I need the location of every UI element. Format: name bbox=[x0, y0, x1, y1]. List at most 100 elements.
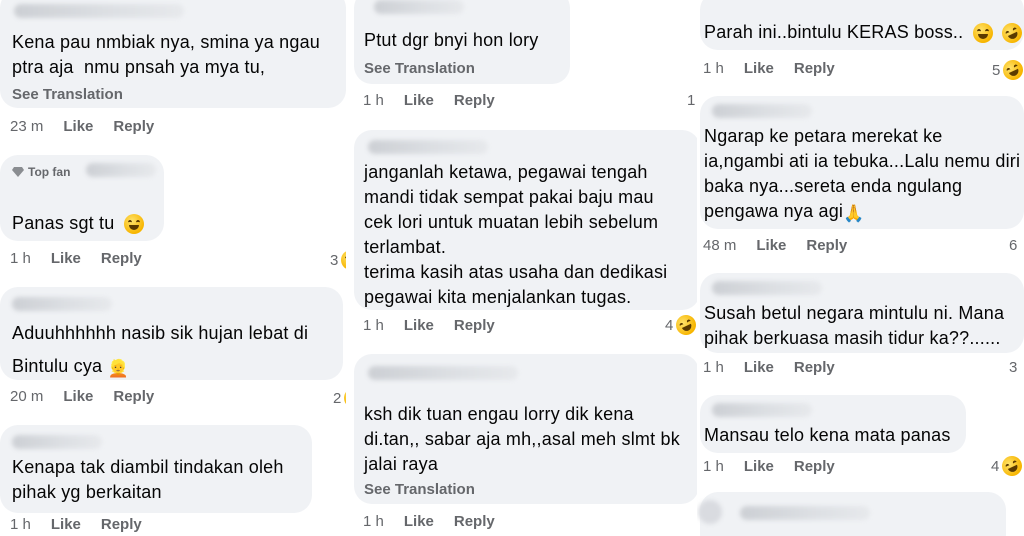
like-button[interactable]: Like bbox=[404, 513, 434, 530]
comment-text: Panas sgt tu bbox=[12, 211, 144, 236]
comment-time[interactable]: 20 m bbox=[10, 388, 43, 405]
laughing-face-icon bbox=[123, 214, 144, 235]
reaction-count: 3 bbox=[330, 251, 339, 269]
reaction-count: 4 bbox=[665, 316, 674, 334]
comment-time[interactable]: 1 h bbox=[703, 458, 724, 475]
blurred-author-name[interactable] bbox=[712, 104, 812, 118]
comment-actions: 1 h Like Reply bbox=[363, 92, 495, 109]
see-translation-link[interactable]: See Translation bbox=[364, 481, 475, 498]
like-button[interactable]: Like bbox=[744, 458, 774, 475]
comment-bubble: ksh dik tuan engau lorry dik kena di.tan… bbox=[354, 354, 699, 504]
blurred-author-name[interactable] bbox=[86, 163, 156, 177]
see-translation-link[interactable]: See Translation bbox=[12, 86, 123, 103]
comment-actions: 20 m Like Reply bbox=[10, 388, 154, 405]
blurred-author-name[interactable] bbox=[712, 281, 822, 295]
see-translation-link[interactable]: See Translation bbox=[364, 60, 475, 77]
comment-bubble: Aduuhhhhhh nasib sik hujan lebat di Bint… bbox=[0, 287, 343, 380]
comment-time[interactable]: 1 h bbox=[363, 513, 384, 530]
reply-button[interactable]: Reply bbox=[794, 458, 835, 475]
like-button[interactable]: Like bbox=[51, 516, 81, 533]
reaction-summary[interactable]: 5 bbox=[992, 56, 1024, 84]
reaction-summary[interactable]: 4 bbox=[991, 452, 1024, 480]
reaction-count: 5 bbox=[992, 61, 1001, 79]
reply-button[interactable]: Reply bbox=[113, 118, 154, 135]
comment-actions: 1 h Like Reply bbox=[703, 60, 835, 77]
blurred-author-name[interactable] bbox=[712, 403, 812, 417]
comment-time[interactable]: 1 h bbox=[703, 359, 724, 376]
reply-button[interactable]: Reply bbox=[794, 359, 835, 376]
blurred-author-name[interactable] bbox=[374, 0, 464, 14]
diamond-icon bbox=[12, 167, 24, 177]
like-button[interactable]: Like bbox=[63, 388, 93, 405]
reaction-summary[interactable]: 1 bbox=[687, 92, 695, 109]
reaction-summary[interactable]: 2 bbox=[333, 388, 346, 408]
like-button[interactable]: Like bbox=[63, 118, 93, 135]
comment-time[interactable]: 1 h bbox=[10, 516, 31, 533]
reply-button[interactable]: Reply bbox=[454, 92, 495, 109]
reaction-count: 2 bbox=[333, 389, 342, 407]
grinning-face-icon bbox=[972, 23, 993, 44]
comment-text: Susah betul negara mintulu ni. Mana piha… bbox=[704, 303, 1005, 348]
comment-bubble: Kena pau nmbiak nya, smina ya ngau ptra … bbox=[0, 0, 346, 108]
reply-button[interactable]: Reply bbox=[454, 317, 495, 334]
comment-actions: 1 h Like Reply bbox=[10, 250, 142, 267]
comment-text: Kenapa tak diambil tindakan oleh pihak y… bbox=[12, 457, 284, 502]
comment-text: Mansau telo kena mata panas bbox=[704, 425, 951, 445]
comment-time[interactable]: 48 m bbox=[703, 237, 736, 254]
comment-time[interactable]: 1 h bbox=[363, 317, 384, 334]
like-button[interactable]: Like bbox=[744, 60, 774, 77]
comment-actions: 1 h Like Reply bbox=[703, 359, 835, 376]
comment-bubble: Top fan Panas sgt tu bbox=[0, 155, 164, 241]
comment-actions: 23 m Like Reply bbox=[10, 118, 154, 135]
comment-column-2: Ptut dgr bnyi hon lory See Translation 1… bbox=[349, 0, 701, 536]
reply-button[interactable]: Reply bbox=[113, 388, 154, 405]
blurred-avatar[interactable] bbox=[698, 500, 722, 524]
reaction-summary[interactable]: 3 bbox=[1009, 359, 1017, 376]
blurred-author-name[interactable] bbox=[740, 506, 870, 520]
reply-button[interactable]: Reply bbox=[454, 513, 495, 530]
reaction-summary[interactable]: 3 bbox=[330, 250, 346, 270]
comment-time[interactable]: 1 h bbox=[363, 92, 384, 109]
blurred-author-name[interactable] bbox=[368, 140, 488, 154]
blurred-author-name[interactable] bbox=[14, 4, 184, 18]
comment-column-3: Parah ini..bintulu KERAS boss.. 1 h Like… bbox=[697, 0, 1024, 536]
top-fan-badge: Top fan bbox=[12, 165, 70, 179]
comment-time[interactable]: 23 m bbox=[10, 118, 43, 135]
reaction-count: 6 bbox=[1009, 237, 1018, 254]
like-button[interactable]: Like bbox=[51, 250, 81, 267]
comment-text: Kena pau nmbiak nya, smina ya ngau ptra … bbox=[12, 32, 320, 77]
reply-button[interactable]: Reply bbox=[794, 60, 835, 77]
comment-text: janganlah ketawa, pegawai tengah mandi t… bbox=[364, 162, 668, 307]
reply-button[interactable]: Reply bbox=[806, 237, 847, 254]
person-emoji-icon: 👱 bbox=[107, 359, 129, 378]
comment-time[interactable]: 1 h bbox=[703, 60, 724, 77]
comment-bubble: Susah betul negara mintulu ni. Mana piha… bbox=[700, 273, 1024, 353]
like-button[interactable]: Like bbox=[404, 317, 434, 334]
like-button[interactable]: Like bbox=[404, 92, 434, 109]
comment-bubble: Ngarap ke petara merekat ke ia,ngambi at… bbox=[700, 96, 1024, 229]
blurred-author-name[interactable] bbox=[12, 297, 112, 311]
like-button[interactable]: Like bbox=[744, 359, 774, 376]
like-button[interactable]: Like bbox=[756, 237, 786, 254]
folded-hands-icon: 🙏 bbox=[843, 204, 865, 223]
comment-bubble bbox=[698, 492, 1006, 536]
reply-button[interactable]: Reply bbox=[101, 516, 142, 533]
comment-actions: 1 h Like Reply bbox=[703, 458, 835, 475]
comment-bubble: janganlah ketawa, pegawai tengah mandi t… bbox=[354, 130, 700, 310]
rolling-on-floor-laughing-icon bbox=[998, 19, 1024, 47]
comment-time[interactable]: 1 h bbox=[10, 250, 31, 267]
comment-column-1: Kena pau nmbiak nya, smina ya ngau ptra … bbox=[0, 0, 346, 536]
comment-actions: 48 m Like Reply bbox=[703, 237, 847, 254]
blurred-author-name[interactable] bbox=[12, 435, 102, 449]
comment-bubble: Kenapa tak diambil tindakan oleh pihak y… bbox=[0, 425, 312, 513]
comment-text: Aduuhhhhhh nasib sik hujan lebat di Bint… bbox=[12, 317, 308, 385]
reaction-count: 3 bbox=[1009, 359, 1018, 376]
reply-button[interactable]: Reply bbox=[101, 250, 142, 267]
reaction-summary[interactable]: 6 bbox=[1009, 237, 1017, 254]
reaction-count: 1 bbox=[687, 92, 696, 109]
comment-bubble: Parah ini..bintulu KERAS boss.. bbox=[700, 0, 1024, 50]
comment-actions: 1 h Like Reply bbox=[10, 516, 142, 533]
blurred-author-name[interactable] bbox=[368, 366, 518, 380]
comment-bubble: Mansau telo kena mata panas bbox=[700, 395, 966, 453]
reaction-summary[interactable]: 4 bbox=[665, 311, 700, 339]
